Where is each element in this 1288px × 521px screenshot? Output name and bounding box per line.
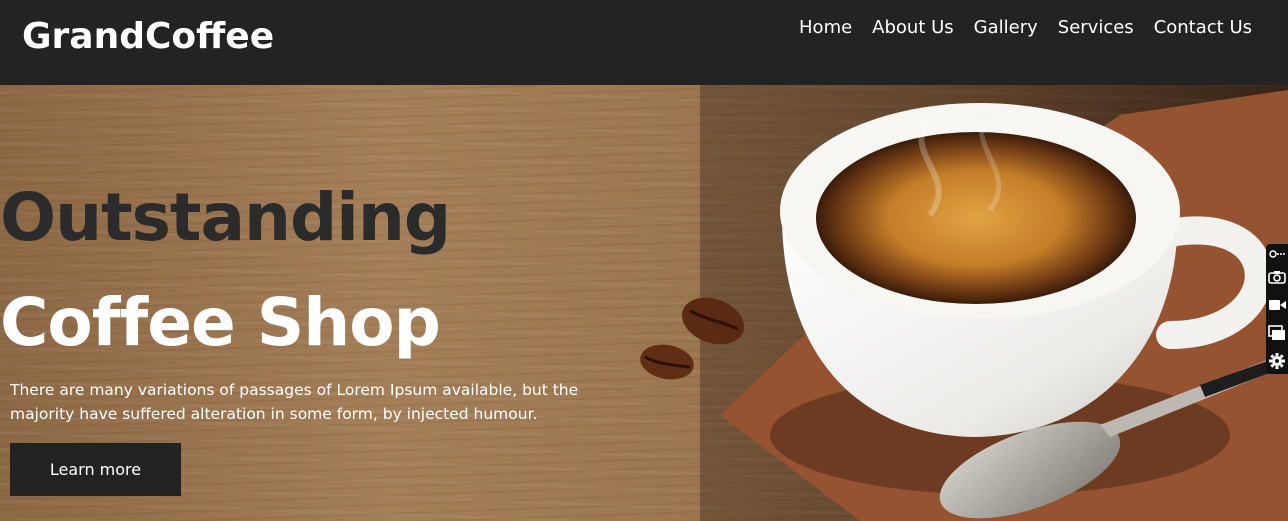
hero-description: There are many variations of passages of… [10, 381, 579, 423]
nav-link-about-us[interactable]: About Us [872, 16, 954, 40]
hero-headline-line-1: Outstanding [0, 179, 451, 256]
hero-headline-line-2: Coffee Shop [0, 284, 441, 361]
nav-link-home[interactable]: Home [799, 16, 852, 40]
link-icon[interactable] [1266, 248, 1288, 260]
camera-icon[interactable] [1266, 266, 1288, 288]
window-icon[interactable] [1266, 322, 1288, 344]
gear-icon[interactable] [1266, 350, 1288, 372]
site-logo[interactable]: GrandCoffee [22, 16, 274, 57]
nav-link-contact-us[interactable]: Contact Us [1154, 16, 1252, 40]
top-navbar: GrandCoffee Home About Us Gallery Servic… [0, 0, 1288, 85]
nav-link-services[interactable]: Services [1058, 16, 1134, 40]
hero-banner: Outstanding Coffee Shop There are many v… [0, 85, 1288, 521]
main-nav: Home About Us Gallery Services Contact U… [799, 16, 1252, 40]
side-toolbar [1266, 244, 1288, 374]
nav-link-gallery[interactable]: Gallery [974, 16, 1038, 40]
learn-more-button[interactable]: Learn more [10, 443, 181, 496]
video-icon[interactable] [1266, 294, 1288, 316]
